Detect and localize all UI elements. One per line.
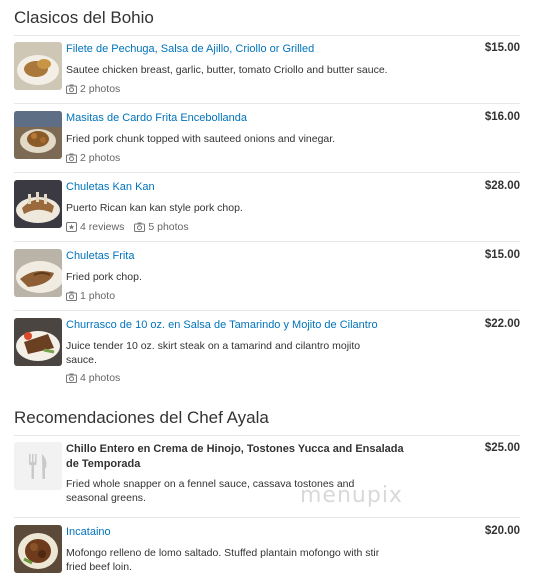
item-description: Fried pork chop. — [66, 271, 142, 283]
item-name[interactable]: Churrasco de 10 oz. en Salsa de Tamarind… — [66, 318, 446, 333]
dish-photo[interactable] — [14, 525, 62, 573]
item-description: Juice tender 10 oz. skirt steak on a tam… — [66, 340, 361, 352]
item-price: $25.00 — [484, 442, 520, 454]
fork-knife-icon — [29, 454, 47, 479]
item-price: $28.00 — [484, 180, 520, 192]
item-description: Puerto Rican kan kan style pork chop. — [66, 202, 243, 214]
item-description: Sautee chicken breast, garlic, butter, t… — [66, 64, 388, 76]
reviews-count: 4 reviews — [80, 221, 125, 233]
item-description: Fried pork chunk topped with sauteed oni… — [66, 133, 336, 145]
item-price: $22.00 — [484, 318, 520, 330]
item-meta: 1 photo — [66, 289, 115, 303]
item-price: $15.00 — [484, 42, 520, 54]
divider — [14, 103, 520, 104]
item-description: fried beef loin. — [66, 561, 132, 573]
dish-photo[interactable] — [14, 180, 62, 228]
item-meta: 4 reviews 5 photos — [66, 220, 189, 234]
photos-count: 2 photos — [80, 83, 121, 95]
divider — [14, 310, 520, 311]
photos-count: 4 photos — [80, 372, 121, 384]
item-price: $20.00 — [484, 525, 520, 537]
item-name[interactable]: Chuletas Kan Kan — [66, 180, 446, 195]
divider — [14, 435, 520, 436]
dish-photo[interactable] — [14, 249, 62, 297]
item-meta: 2 photos — [66, 82, 120, 96]
camera-icon — [66, 153, 77, 163]
camera-icon — [66, 291, 77, 301]
camera-icon — [134, 222, 146, 232]
item-name: Chillo Entero en Crema de Hinojo, Toston… — [66, 443, 404, 455]
item-price: $15.00 — [484, 249, 520, 261]
divider — [14, 241, 520, 242]
photos-count: 5 photos — [148, 221, 189, 233]
camera-icon — [66, 373, 77, 383]
photos-count: 1 photo — [80, 290, 116, 302]
dish-photo[interactable] — [14, 111, 62, 159]
divider — [14, 35, 520, 36]
camera-icon — [66, 84, 77, 94]
divider — [14, 172, 520, 173]
photos-link[interactable]: 2 photos — [66, 151, 120, 165]
item-description: Mofongo relleno de lomo saltado. Stuffed… — [66, 547, 380, 559]
dish-photo-placeholder — [14, 442, 62, 490]
item-price: $16.00 — [484, 111, 520, 123]
photos-count: 2 photos — [80, 152, 121, 164]
section-title: Recomendaciones del Chef Ayala — [14, 408, 269, 427]
divider — [14, 517, 520, 518]
item-name[interactable]: Incataino — [66, 525, 446, 540]
review-icon — [66, 222, 77, 232]
reviews-link[interactable]: 4 reviews — [66, 220, 124, 234]
section-title: Clasicos del Bohio — [14, 8, 154, 27]
item-name[interactable]: Masitas de Cardo Frita Encebollanda — [66, 111, 446, 126]
item-name[interactable]: Filete de Pechuga, Salsa de Ajillo, Crio… — [66, 42, 446, 57]
item-meta: 4 photos — [66, 371, 120, 385]
watermark: menupix — [300, 483, 403, 508]
dish-photo[interactable] — [14, 42, 62, 90]
item-description: sauce. — [66, 354, 97, 366]
item-name: de Temporada — [66, 458, 141, 470]
photos-link[interactable]: 1 photo — [66, 289, 115, 303]
item-meta: 2 photos — [66, 151, 120, 165]
photos-link[interactable]: 2 photos — [66, 82, 120, 96]
dish-photo[interactable] — [14, 318, 62, 366]
photos-link[interactable]: 4 photos — [66, 371, 120, 385]
item-name[interactable]: Chuletas Frita — [66, 249, 446, 264]
photos-link[interactable]: 5 photos — [134, 220, 189, 234]
